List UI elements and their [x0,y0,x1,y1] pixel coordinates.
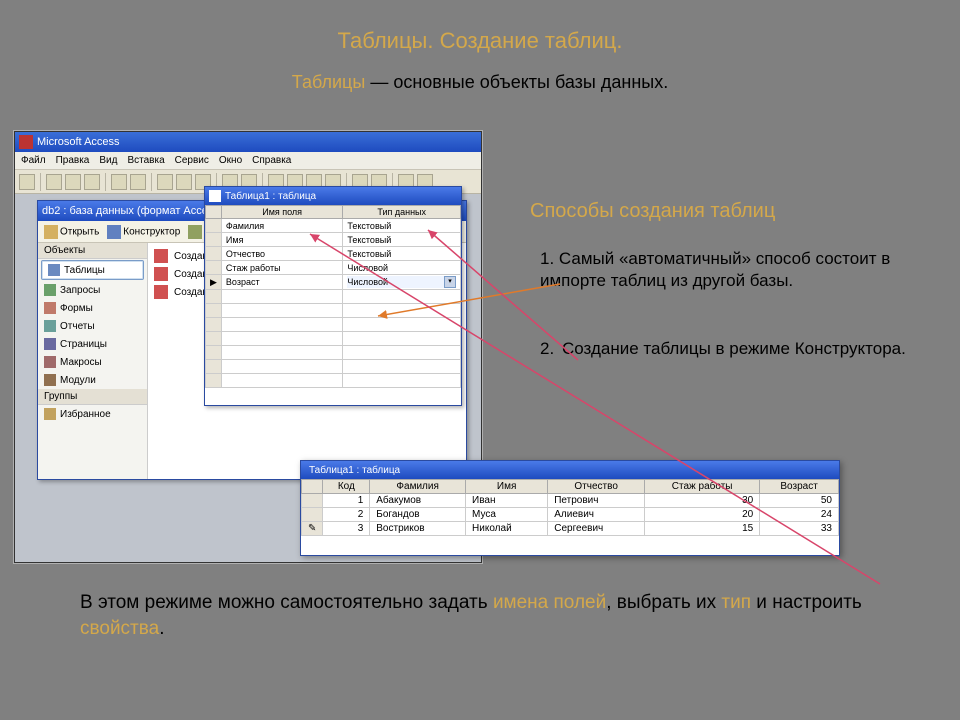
col-fam[interactable]: Фамилия [370,480,466,494]
app-title-bar[interactable]: Microsoft Access [15,132,481,152]
open-icon [44,225,58,239]
toolbar-sep [105,173,106,191]
nav-pane: Объекты Таблицы Запросы Формы Отчеты Стр… [38,243,148,479]
col-id[interactable]: Код [323,480,370,494]
design-row[interactable]: Стаж работыЧисловой [206,261,461,275]
subtitle-highlight: Таблицы [292,72,366,92]
design-row[interactable]: ФамилияТекстовый [206,219,461,233]
menu-view[interactable]: Вид [99,155,117,166]
design-title: Таблица1 : таблица [225,191,316,202]
method-1-text: 1. Самый «автоматичный» способ состоит в… [540,248,940,292]
toolbar-icon[interactable] [65,174,81,190]
access-icon [19,135,33,149]
design-row[interactable] [206,304,461,318]
nav-macros[interactable]: Макросы [38,353,147,371]
table-datasheet-window: Таблица1 : таблица Код Фамилия Имя Отчес… [300,460,840,556]
slide-subtitle: Таблицы — основные объекты базы данных. [0,72,960,93]
nav-head-objects: Объекты [38,243,147,259]
col-ot[interactable]: Отчество [548,480,645,494]
app-title: Microsoft Access [37,136,120,148]
macros-icon [44,356,56,368]
data-row[interactable]: 1АбакумовИванПетрович3050 [302,494,839,508]
queries-icon [44,284,56,296]
menu-tools[interactable]: Сервис [175,155,209,166]
slide-title: Таблицы. Создание таблиц. [0,28,960,54]
design-title-bar[interactable]: Таблица1 : таблица [205,187,461,205]
table-icon [209,190,221,202]
wizard-icon [154,285,168,299]
hl-properties: свойства [80,618,159,639]
nav-favorites[interactable]: Избранное [38,405,147,423]
toolbar-icon[interactable] [157,174,173,190]
db-design-button[interactable]: Конструктор [107,225,180,239]
col-im[interactable]: Имя [466,480,548,494]
modules-icon [44,374,56,386]
toolbar-icon[interactable] [130,174,146,190]
tables-icon [48,264,60,276]
chevron-down-icon[interactable]: ▾ [444,276,456,288]
toolbar-icon[interactable] [84,174,100,190]
method-2-text: 2. Создание таблицы в режиме Конструктор… [562,338,922,360]
nav-queries[interactable]: Запросы [38,281,147,299]
create-icon [188,225,202,239]
toolbar-sep [40,173,41,191]
pages-icon [44,338,56,350]
toolbar-icon[interactable] [111,174,127,190]
design-row[interactable] [206,374,461,388]
methods-heading: Способы создания таблиц [530,200,775,223]
design-row[interactable] [206,318,461,332]
table-design-window: Таблица1 : таблица Имя поля Тип данных Ф… [204,186,462,406]
menu-window[interactable]: Окно [219,155,242,166]
reports-icon [44,320,56,332]
forms-icon [44,302,56,314]
method-2-number: 2. [540,338,554,360]
data-row[interactable]: 2БогандовМусаАлиевич2024 [302,508,839,522]
menu-help[interactable]: Справка [252,155,291,166]
col-datatype[interactable]: Тип данных [343,206,461,219]
menu-insert[interactable]: Вставка [127,155,164,166]
design-row[interactable] [206,360,461,374]
data-row[interactable]: ✎3ВостриковНиколайСергеевич1533 [302,522,839,536]
design-row[interactable]: ▶Возраст Числовой▾ [206,275,461,290]
toolbar-sep [151,173,152,191]
app-menu-bar: Файл Правка Вид Вставка Сервис Окно Спра… [15,152,481,170]
toolbar-icon[interactable] [176,174,192,190]
nav-reports[interactable]: Отчеты [38,317,147,335]
datasheet-grid[interactable]: Код Фамилия Имя Отчество Стаж работы Воз… [301,479,839,536]
menu-file[interactable]: Файл [21,155,46,166]
nav-head-groups: Группы [38,389,147,405]
col-fieldname[interactable]: Имя поля [221,206,342,219]
col-st[interactable]: Стаж работы [645,480,760,494]
hl-fieldnames: имена полей [493,592,606,613]
nav-forms[interactable]: Формы [38,299,147,317]
nav-modules[interactable]: Модули [38,371,147,389]
design-icon [107,225,121,239]
design-row[interactable] [206,346,461,360]
col-vo[interactable]: Возраст [760,480,839,494]
hl-type: тип [721,592,751,613]
datatype-dropdown[interactable]: Числовой▾ [347,276,456,288]
datasheet-title-bar[interactable]: Таблица1 : таблица [301,461,839,479]
datasheet-title: Таблица1 : таблица [309,465,400,476]
design-grid[interactable]: Имя поля Тип данных ФамилияТекстовый Имя… [205,205,461,388]
wizard-icon [154,267,168,281]
row-selector-header [206,206,222,219]
menu-edit[interactable]: Правка [56,155,90,166]
wizard-icon [154,249,168,263]
nav-tables[interactable]: Таблицы [41,260,144,280]
bottom-paragraph: В этом режиме можно самостоятельно задат… [80,590,900,641]
design-row[interactable] [206,332,461,346]
design-row[interactable]: ОтчествоТекстовый [206,247,461,261]
db-open-button[interactable]: Открыть [44,225,99,239]
subtitle-text: — основные объекты базы данных. [365,72,668,92]
favorites-icon [44,408,56,420]
nav-pages[interactable]: Страницы [38,335,147,353]
design-row[interactable]: ИмяТекстовый [206,233,461,247]
toolbar-icon[interactable] [19,174,35,190]
toolbar-icon[interactable] [46,174,62,190]
design-row[interactable] [206,290,461,304]
